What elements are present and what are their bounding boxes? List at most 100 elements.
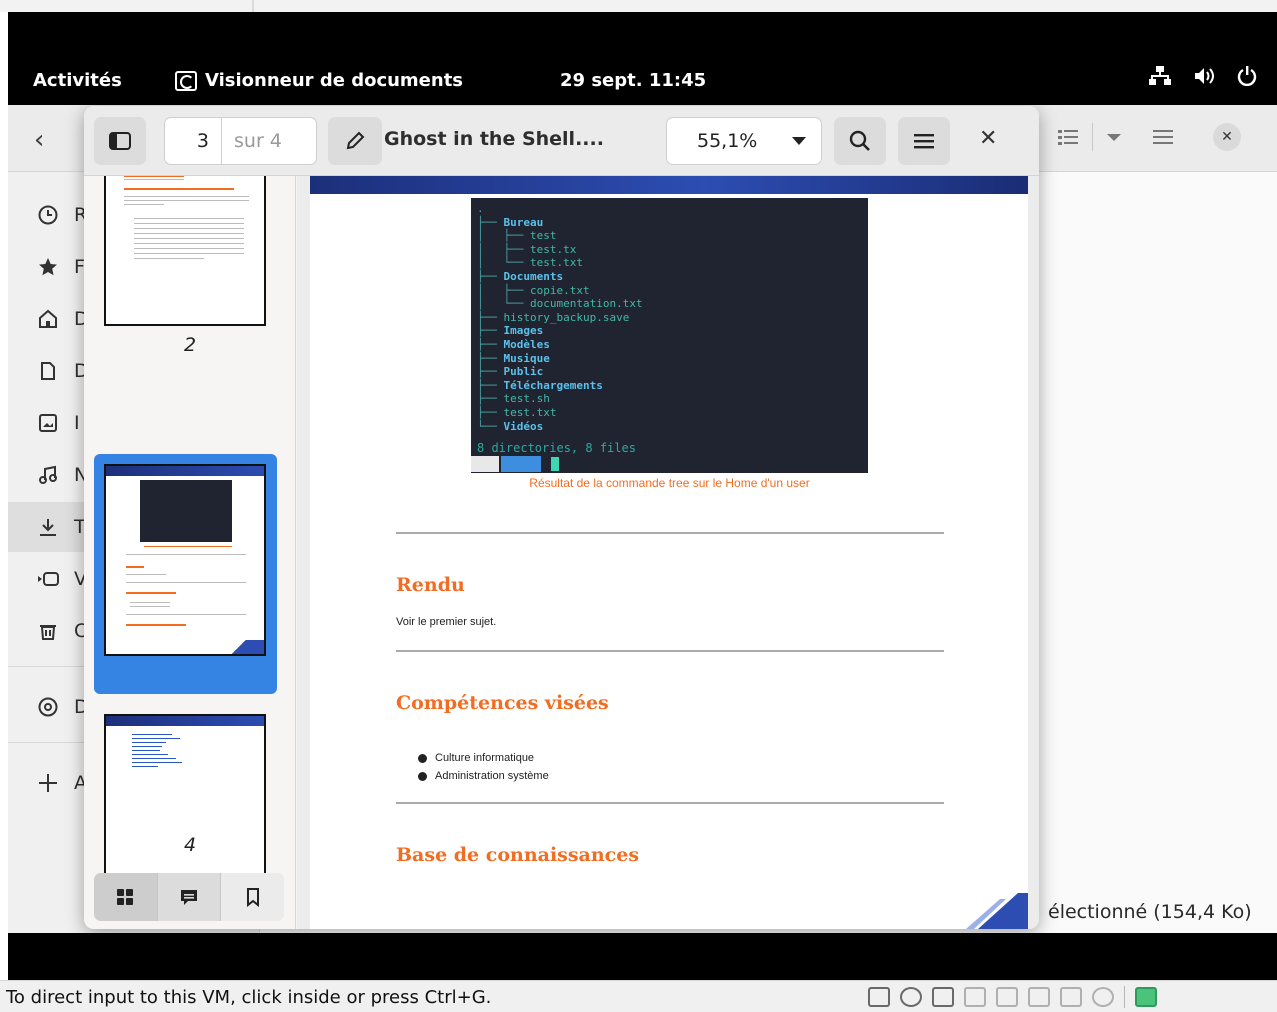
close-icon[interactable]: ✕ [979,126,997,151]
cd-drive-icon[interactable] [900,987,922,1007]
chevron-down-icon [792,137,806,145]
terminal-line: │ ├── test.tx [477,242,577,256]
thumbnail-page-3[interactable] [104,464,266,656]
rendu-text: Voir le premier sujet. [396,616,497,628]
hamburger-menu-icon[interactable] [1149,127,1179,147]
app-name: Visionneur de documents [205,70,464,91]
list-item: Administration système [418,770,549,782]
document-icon [36,359,60,383]
network-adapter-icon[interactable] [932,987,954,1007]
hard-disk-icon[interactable] [868,987,890,1007]
terminal-summary: 8 directories, 8 files [477,441,636,455]
vm-bottom-area [8,933,1277,980]
thumbnails-tab[interactable] [94,873,158,921]
section-title-base: Base de connaissances [396,844,640,866]
sound-icon[interactable] [996,987,1018,1007]
download-icon [36,515,60,539]
back-icon[interactable]: ‹ [34,125,44,155]
terminal-line: ├── Modèles [477,337,550,351]
header-separator [1092,123,1093,151]
terminal-line: ├── Documents [477,269,564,283]
annotate-button[interactable] [328,117,382,165]
search-button[interactable] [834,117,886,165]
vm-input-hint: To direct input to this VM, click inside… [6,987,492,1008]
message-icon[interactable] [1135,987,1157,1007]
section-divider [396,532,944,534]
terminal-line: ├── test.txt [477,405,557,419]
document-viewer-window: 3 sur 4 Ghost in the Shell.... 55,1% ✕ 2… [84,106,1039,929]
terminal-line: └── Vidéos [477,419,544,433]
screen: Activités Visionneur de documents 29 sep… [0,0,1277,1012]
terminal-line: ├── Images [477,324,544,338]
printer-icon[interactable] [964,987,986,1007]
network-icon [1149,66,1171,85]
video-icon [36,567,60,591]
page-total-label: sur 4 [221,118,316,164]
terminal-line: ├── Téléchargements [477,378,603,392]
sidebar-mode-switcher [94,873,285,921]
thumbnail-page-2[interactable] [104,176,266,326]
figure-caption: Résultat de la commande tree sur le Home… [529,476,810,490]
home-icon [36,307,60,331]
terminal-line: │ ├── copie.txt [477,283,590,297]
activities-button[interactable]: Activités [33,70,122,91]
zoom-level: 55,1% [697,130,758,152]
page-number-input[interactable]: 3 [165,130,221,152]
system-tray[interactable] [1149,66,1257,86]
power-icon [1237,66,1257,86]
sidebar-toggle-button[interactable] [94,117,146,165]
usb-icon[interactable] [1028,987,1050,1007]
page-selector[interactable]: 3 sur 4 [164,117,317,165]
app-menu[interactable]: Visionneur de documents [175,70,463,91]
image-icon [36,411,60,435]
music-icon [36,463,60,487]
pencil-icon [346,131,365,150]
hamburger-menu-icon [914,134,934,149]
camera-icon[interactable] [1092,987,1114,1007]
search-icon [849,130,870,151]
terminal-line: ├── Bureau [477,215,544,229]
terminal-line: ├── Public [477,365,544,379]
main-menu-button[interactable] [898,117,950,165]
sidebar-item-label: I [74,412,80,434]
list-view-icon[interactable] [1056,127,1080,147]
host-status-bar: To direct input to this VM, click inside… [0,980,1277,1012]
terminal-line: │ ├── test [477,229,557,243]
clock[interactable]: 29 sept. 11:45 [560,70,706,91]
zoom-selector[interactable]: 55,1% [666,117,822,165]
thumbnail-sidebar: 2 3 4 [84,176,296,929]
list-item: Culture informatique [418,752,534,764]
annotations-tab[interactable] [158,873,222,921]
document-title: Ghost in the Shell.... [384,128,604,150]
vm-screen[interactable]: Activités Visionneur de documents 29 sep… [8,12,1277,980]
bookmarks-tab[interactable] [221,873,285,921]
clock-icon [36,203,60,227]
terminal-screenshot: . ├── Bureau │ ├── test │ ├── test.tx │ └── … [471,198,868,473]
terminal-line: │ └── test.txt [477,256,583,270]
star-icon [36,255,60,279]
files-header-controls: ✕ [1056,123,1241,151]
usb-icon[interactable] [1060,987,1082,1007]
document-page: . ├── Bureau │ ├── test │ ├── test.tx │ └── … [310,176,1028,929]
terminal-line: ├── history_backup.save [477,310,630,324]
chevron-down-icon[interactable] [1105,131,1123,143]
document-page-view[interactable]: . ├── Bureau │ ├── test │ ├── test.tx │ └── … [297,176,1039,929]
terminal-prompt [471,456,559,472]
comment-icon [181,890,197,905]
document-viewer-icon [175,70,197,91]
gnome-top-bar: Activités Visionneur de documents 29 sep… [8,12,1277,105]
section-divider [396,650,944,652]
thumbnail-label: 3 [183,584,197,606]
section-title-competences: Compétences visées [396,692,609,714]
status-separator [1124,986,1125,1008]
host-window-top [0,0,1277,12]
terminal-line: ├── Musique [477,351,550,365]
terminal-line: . [477,202,484,215]
volume-icon [1195,68,1214,84]
plus-icon [36,771,60,795]
trash-icon [36,619,60,643]
vm-device-icons [868,986,1157,1008]
files-close-button[interactable]: ✕ [1213,123,1241,151]
grid-icon [117,889,134,905]
thumbnail-label: 2 [183,334,197,356]
